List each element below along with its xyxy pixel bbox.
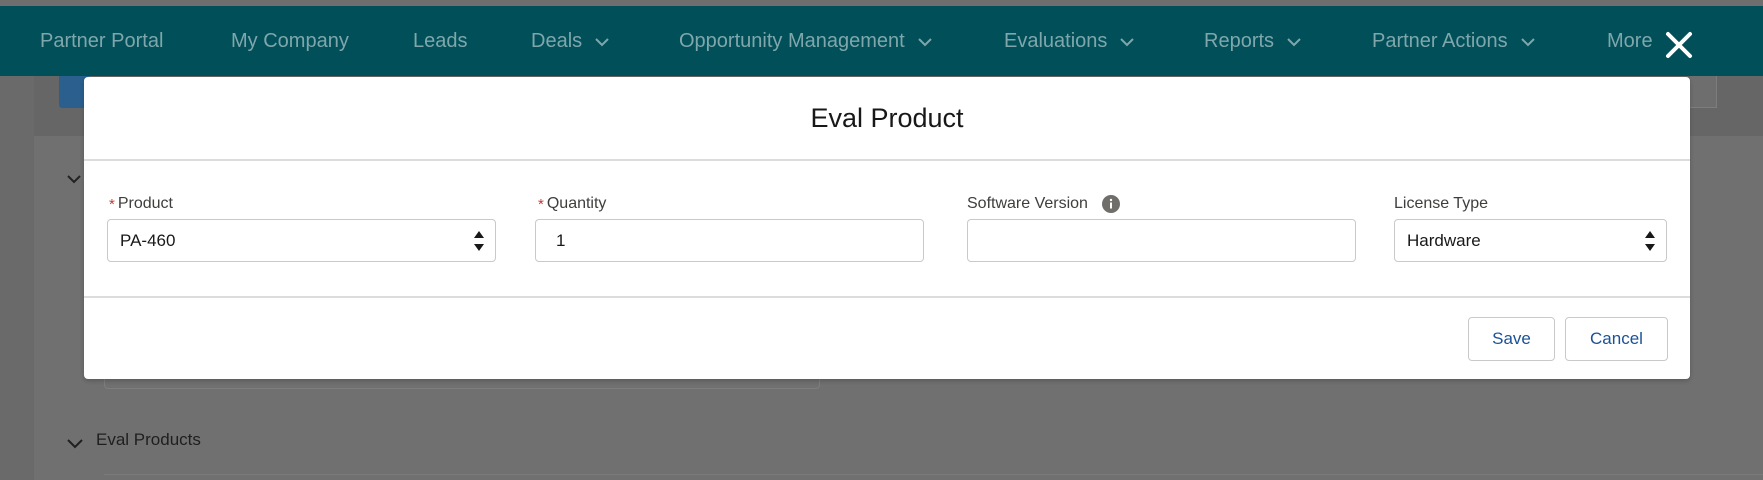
license-type-label: License Type	[1394, 195, 1488, 212]
quantity-label: Quantity	[546, 195, 607, 212]
nav-item-opportunity-management[interactable]: Opportunity Management	[679, 30, 933, 53]
product-value: PA-460	[120, 230, 176, 250]
software-version-field-label: Software Version	[967, 193, 1120, 215]
divider	[104, 474, 1763, 475]
chevron-down-icon	[1520, 36, 1536, 48]
nav-item-label: Partner Actions	[1372, 30, 1508, 52]
cancel-button-label: Cancel	[1590, 329, 1643, 348]
nav-item-reports[interactable]: Reports	[1204, 30, 1302, 53]
nav-item-label: Partner Portal	[40, 30, 164, 52]
license-type-select[interactable]: Hardware	[1394, 219, 1667, 262]
quantity-input[interactable]: 1	[535, 219, 924, 262]
software-version-label: Software Version	[967, 195, 1088, 212]
nav-item-evaluations[interactable]: Evaluations	[1004, 30, 1135, 53]
select-arrows-icon	[1644, 229, 1656, 253]
modal-title: Eval Product	[810, 102, 964, 133]
close-icon[interactable]	[1662, 28, 1696, 62]
save-button[interactable]: Save	[1468, 317, 1555, 361]
software-version-input[interactable]	[967, 219, 1356, 262]
section-label: Eval Products	[96, 430, 201, 449]
eval-product-modal: Eval Product * Product PA-460 * Quantity	[84, 77, 1690, 379]
info-icon[interactable]	[1101, 195, 1120, 213]
license-type-value: Hardware	[1407, 230, 1481, 250]
nav-item-deals[interactable]: Deals	[531, 30, 610, 53]
nav-item-more[interactable]: More	[1607, 30, 1653, 53]
chevron-down-icon[interactable]	[66, 172, 82, 184]
nav-item-my-company[interactable]: My Company	[231, 30, 349, 53]
divider	[84, 296, 1690, 298]
nav-item-label: My Company	[231, 30, 349, 52]
nav-item-label: More	[1607, 30, 1653, 52]
nav-item-partner-portal[interactable]: Partner Portal	[40, 30, 163, 53]
license-type-field-label: License Type	[1394, 193, 1488, 215]
nav-item-label: Reports	[1204, 30, 1275, 52]
background-dropdown-box	[1690, 74, 1717, 108]
modal-header: Eval Product	[84, 77, 1690, 161]
product-select[interactable]: PA-460	[107, 219, 496, 262]
chevron-down-icon	[1119, 36, 1135, 48]
nav-item-label: Opportunity Management	[679, 30, 905, 52]
chevron-down-icon	[594, 36, 610, 48]
nav-item-label: Deals	[531, 30, 583, 52]
chevron-down-icon	[917, 36, 933, 48]
save-button-label: Save	[1492, 329, 1531, 348]
quantity-value: 1	[556, 230, 566, 250]
select-arrows-icon	[473, 229, 485, 253]
required-indicator: *	[109, 195, 115, 213]
product-field-label: * Product	[109, 193, 173, 215]
required-indicator: *	[538, 195, 544, 213]
section-eval-products[interactable]: Eval Products	[66, 430, 201, 450]
nav-item-label: Leads	[413, 30, 468, 52]
product-label: Product	[117, 195, 173, 212]
cancel-button[interactable]: Cancel	[1565, 317, 1668, 361]
page: Eval Products Partner Portal My Company …	[0, 0, 1763, 480]
nav-item-partner-actions[interactable]: Partner Actions	[1372, 30, 1536, 53]
nav-item-leads[interactable]: Leads	[413, 30, 468, 53]
quantity-field-label: * Quantity	[538, 193, 606, 215]
chevron-down-icon	[1286, 36, 1302, 48]
nav-item-label: Evaluations	[1004, 30, 1108, 52]
chevron-down-icon	[66, 434, 84, 449]
top-nav: Partner Portal My Company Leads Deals Op…	[0, 6, 1763, 76]
